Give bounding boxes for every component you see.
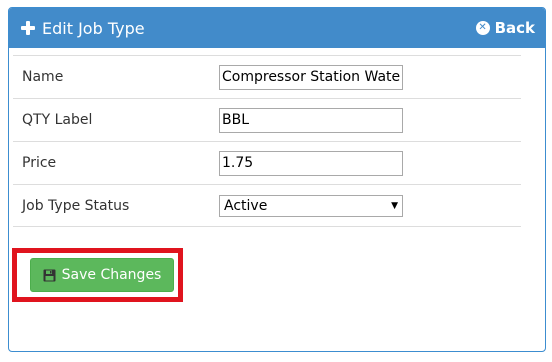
price-label: Price [22,155,57,171]
back-button[interactable]: ✕ Back [475,19,535,37]
save-icon [43,269,56,281]
status-select[interactable]: Active ▼ [219,194,403,217]
job-type-form: Name Compressor Station Wate QTY Label B… [13,55,521,227]
panel-title-text: Edit Job Type [42,18,145,38]
back-circle-icon: ✕ [475,21,490,35]
panel-header: Edit Job Type ✕ Back [9,8,545,48]
price-input[interactable]: 1.75 [219,150,403,176]
qty-label-input[interactable]: BBL [219,107,403,133]
name-input[interactable]: Compressor Station Wate [219,64,403,90]
status-selected-value: Active [224,197,268,214]
form-row-qty-label: QTY Label BBL [13,98,521,141]
plus-icon [21,21,35,35]
save-changes-button[interactable]: Save Changes [30,258,174,292]
status-label: Job Type Status [22,197,130,214]
qty-label-label: QTY Label [22,112,93,128]
form-row-price: Price 1.75 [13,141,521,184]
form-row-name: Name Compressor Station Wate [13,55,521,98]
save-changes-label: Save Changes [61,267,162,283]
panel-title: Edit Job Type [21,19,145,38]
name-label: Name [22,69,64,85]
caret-down-icon: ▼ [391,200,398,211]
back-label: Back [494,19,535,37]
form-row-status: Job Type Status Active ▼ [13,184,521,227]
